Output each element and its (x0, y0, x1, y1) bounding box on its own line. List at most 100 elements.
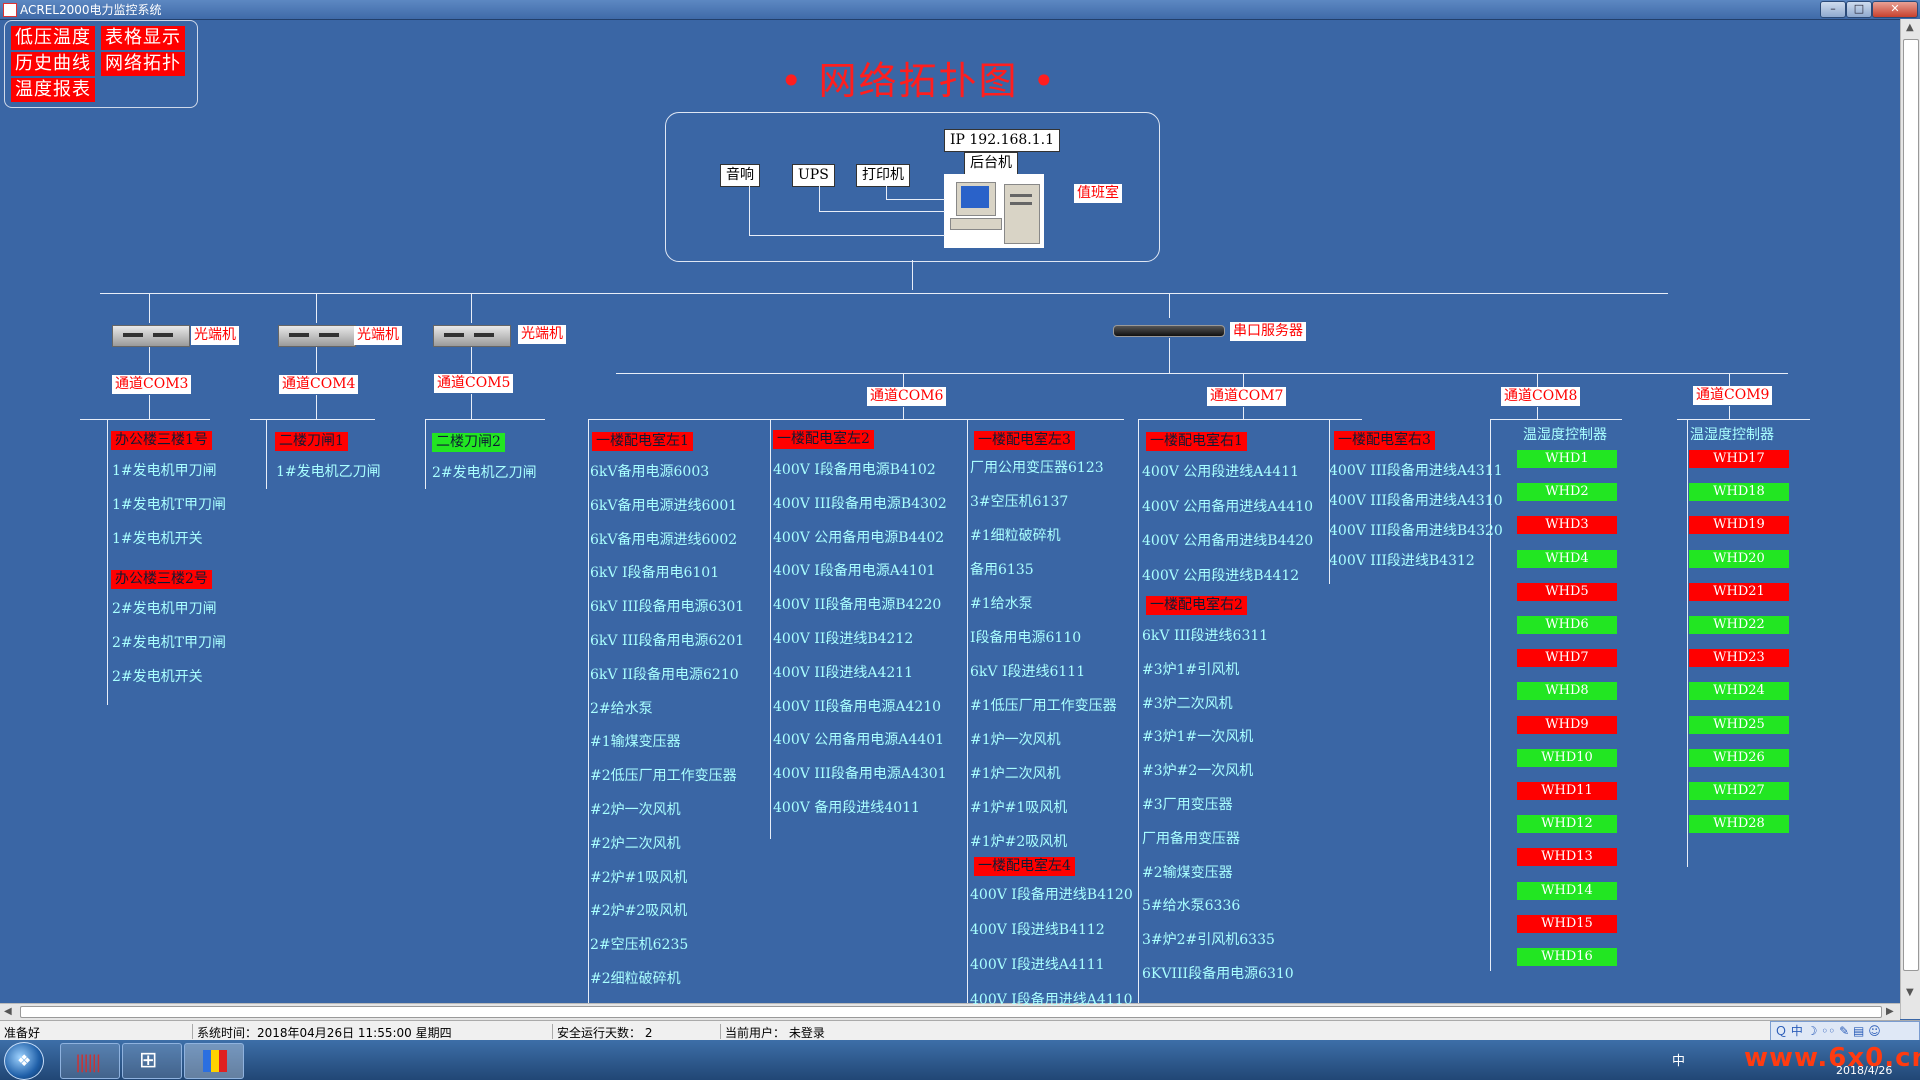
printer-device[interactable]: 打印机 (856, 164, 910, 187)
equipment-item[interactable]: 厂用备用变压器 (1142, 828, 1240, 848)
equipment-item[interactable]: #1炉#1吸风机 (970, 797, 1067, 817)
whd-controller-button[interactable]: WHD10 (1517, 749, 1617, 767)
equipment-item[interactable]: 400V I段备用进线B4120 (970, 884, 1133, 904)
menu-temperature-report[interactable]: 温度报表 (11, 78, 95, 102)
whd-controller-button[interactable]: WHD1 (1517, 450, 1617, 468)
equipment-item[interactable]: 2#发电机乙刀闸 (432, 462, 537, 482)
computer-icon[interactable] (944, 174, 1044, 248)
equipment-item[interactable]: #2炉#2吸风机 (590, 900, 687, 920)
equipment-item[interactable]: #2细粒破碎机 (590, 968, 681, 988)
whd-controller-button[interactable]: WHD4 (1517, 550, 1617, 568)
equipment-item[interactable]: #1细粒破碎机 (970, 525, 1061, 545)
ime-indicator[interactable]: 中 (1672, 1050, 1685, 1069)
equipment-item[interactable]: #2低压厂用工作变压器 (590, 765, 737, 785)
menu-history-curve[interactable]: 历史曲线 (11, 52, 95, 76)
equipment-item[interactable]: #3炉#2一次风机 (1142, 760, 1253, 780)
equipment-item[interactable]: 6kV备用电源进线6002 (590, 529, 737, 549)
equipment-item[interactable]: 6kV备用电源6003 (590, 461, 709, 481)
equipment-item[interactable]: 400V I段备用电源A4101 (773, 560, 936, 580)
equipment-item[interactable]: 400V I段进线B4112 (970, 919, 1105, 939)
equipment-item[interactable]: 1#发电机乙刀闸 (276, 461, 381, 481)
equipment-item[interactable]: #1炉二次风机 (970, 763, 1061, 783)
equipment-item[interactable]: 6kV III段备用电源6201 (590, 630, 744, 650)
whd-controller-button[interactable]: WHD15 (1517, 915, 1617, 933)
taskbar-app-2[interactable]: ⊞ (122, 1043, 182, 1079)
equipment-item[interactable]: 6kV I段进线6111 (970, 661, 1085, 681)
whd-controller-button[interactable]: WHD19 (1689, 516, 1789, 534)
equipment-item[interactable]: 厂用公用变压器6123 (970, 457, 1104, 477)
equipment-item[interactable]: #1炉#2吸风机 (970, 831, 1067, 851)
ups-device[interactable]: UPS (792, 164, 835, 187)
whd-controller-button[interactable]: WHD13 (1517, 848, 1617, 866)
equipment-item[interactable]: 2#发电机T甲刀闸 (112, 632, 226, 652)
equipment-item[interactable]: 2#空压机6235 (590, 934, 688, 954)
speaker-device[interactable]: 音响 (720, 164, 760, 187)
equipment-item[interactable]: 400V I段备用进线A4110 (970, 989, 1133, 1009)
horizontal-scrollbar[interactable]: ◀ ▶ (0, 1003, 1900, 1020)
equipment-item[interactable]: 2#给水泵 (590, 698, 653, 718)
whd-controller-button[interactable]: WHD6 (1517, 616, 1617, 634)
whd-controller-button[interactable]: WHD23 (1689, 649, 1789, 667)
whd-controller-button[interactable]: WHD26 (1689, 749, 1789, 767)
whd-controller-button[interactable]: WHD2 (1517, 483, 1617, 501)
ime-toolbar[interactable]: Ｑ 中 ☽ ◦◦ ✎ ▤ ☺ (1770, 1021, 1920, 1041)
equipment-item[interactable]: 备用6135 (970, 559, 1034, 579)
maximize-button[interactable]: □ (1846, 1, 1872, 18)
whd-controller-button[interactable]: WHD11 (1517, 782, 1617, 800)
equipment-item[interactable]: #1低压厂用工作变压器 (970, 695, 1117, 715)
equipment-item[interactable]: 6kV备用电源进线6001 (590, 495, 737, 515)
equipment-item[interactable]: #2炉二次风机 (590, 833, 681, 853)
equipment-item[interactable]: 400V 公用段进线A4411 (1142, 461, 1299, 481)
equipment-item[interactable]: 400V 公用备用电源A4401 (773, 729, 944, 749)
menu-low-voltage-temp[interactable]: 低压温度 (11, 26, 95, 50)
equipment-item[interactable]: #1给水泵 (970, 593, 1033, 613)
equipment-item[interactable]: 400V II段备用电源A4210 (773, 696, 941, 716)
whd-controller-button[interactable]: WHD24 (1689, 682, 1789, 700)
equipment-item[interactable]: #3厂用变压器 (1142, 794, 1233, 814)
equipment-item[interactable]: #3炉二次风机 (1142, 693, 1233, 713)
equipment-item[interactable]: 400V II段进线B4212 (773, 628, 913, 648)
whd-controller-button[interactable]: WHD25 (1689, 716, 1789, 734)
equipment-item[interactable]: 400V III段备用进线B4320 (1329, 520, 1503, 540)
equipment-item[interactable]: 400V II段备用电源B4220 (773, 594, 941, 614)
whd-controller-button[interactable]: WHD27 (1689, 782, 1789, 800)
taskbar-app-1[interactable]: |||||| (60, 1043, 120, 1079)
equipment-item[interactable]: 400V III段备用电源B4302 (773, 493, 947, 513)
equipment-item[interactable]: 400V I段备用电源B4102 (773, 459, 936, 479)
equipment-item[interactable]: I段备用电源6110 (970, 627, 1081, 647)
equipment-item[interactable]: 400V III段备用进线A4310 (1329, 490, 1503, 510)
equipment-item[interactable]: #1炉一次风机 (970, 729, 1061, 749)
equipment-item[interactable]: 3#空压机6137 (970, 491, 1068, 511)
whd-controller-button[interactable]: WHD3 (1517, 516, 1617, 534)
whd-controller-button[interactable]: WHD5 (1517, 583, 1617, 601)
whd-controller-button[interactable]: WHD8 (1517, 682, 1617, 700)
equipment-item[interactable]: 5#给水泵6336 (1142, 895, 1240, 915)
equipment-item[interactable]: 400V 公用备用进线A4410 (1142, 496, 1313, 516)
whd-controller-button[interactable]: WHD7 (1517, 649, 1617, 667)
equipment-item[interactable]: 400V III段进线B4312 (1329, 550, 1475, 570)
start-button[interactable]: ❖ (4, 1042, 44, 1080)
whd-controller-button[interactable]: WHD14 (1517, 882, 1617, 900)
equipment-item[interactable]: 6kV II段备用电源6210 (590, 664, 739, 684)
whd-controller-button[interactable]: WHD17 (1689, 450, 1789, 468)
equipment-item[interactable]: #1输煤变压器 (590, 731, 681, 751)
equipment-item[interactable]: #2输煤变压器 (1142, 862, 1233, 882)
menu-network-topology[interactable]: 网络拓扑 (101, 52, 185, 76)
equipment-item[interactable]: 2#发电机甲刀闸 (112, 598, 217, 618)
whd-controller-button[interactable]: WHD28 (1689, 815, 1789, 833)
whd-controller-button[interactable]: WHD18 (1689, 483, 1789, 501)
equipment-item[interactable]: 400V III段备用电源A4301 (773, 763, 947, 783)
horizontal-scroll-thumb[interactable] (20, 1006, 1882, 1018)
minimize-button[interactable]: – (1820, 1, 1846, 18)
vertical-scrollbar[interactable]: ▲ ▼ (1900, 19, 1920, 1019)
equipment-item[interactable]: 400V 公用备用进线B4420 (1142, 530, 1313, 550)
equipment-item[interactable]: 6kV I段备用电6101 (590, 562, 719, 582)
taskbar-app-3[interactable] (184, 1043, 244, 1079)
whd-controller-button[interactable]: WHD20 (1689, 550, 1789, 568)
equipment-item[interactable]: 400V 备用段进线4011 (773, 797, 920, 817)
equipment-item[interactable]: 6kV III段进线6311 (1142, 625, 1268, 645)
equipment-item[interactable]: 400V 公用备用电源B4402 (773, 527, 944, 547)
menu-table-display[interactable]: 表格显示 (101, 26, 185, 50)
equipment-item[interactable]: #2炉一次风机 (590, 799, 681, 819)
equipment-item[interactable]: 400V II段进线A4211 (773, 662, 913, 682)
